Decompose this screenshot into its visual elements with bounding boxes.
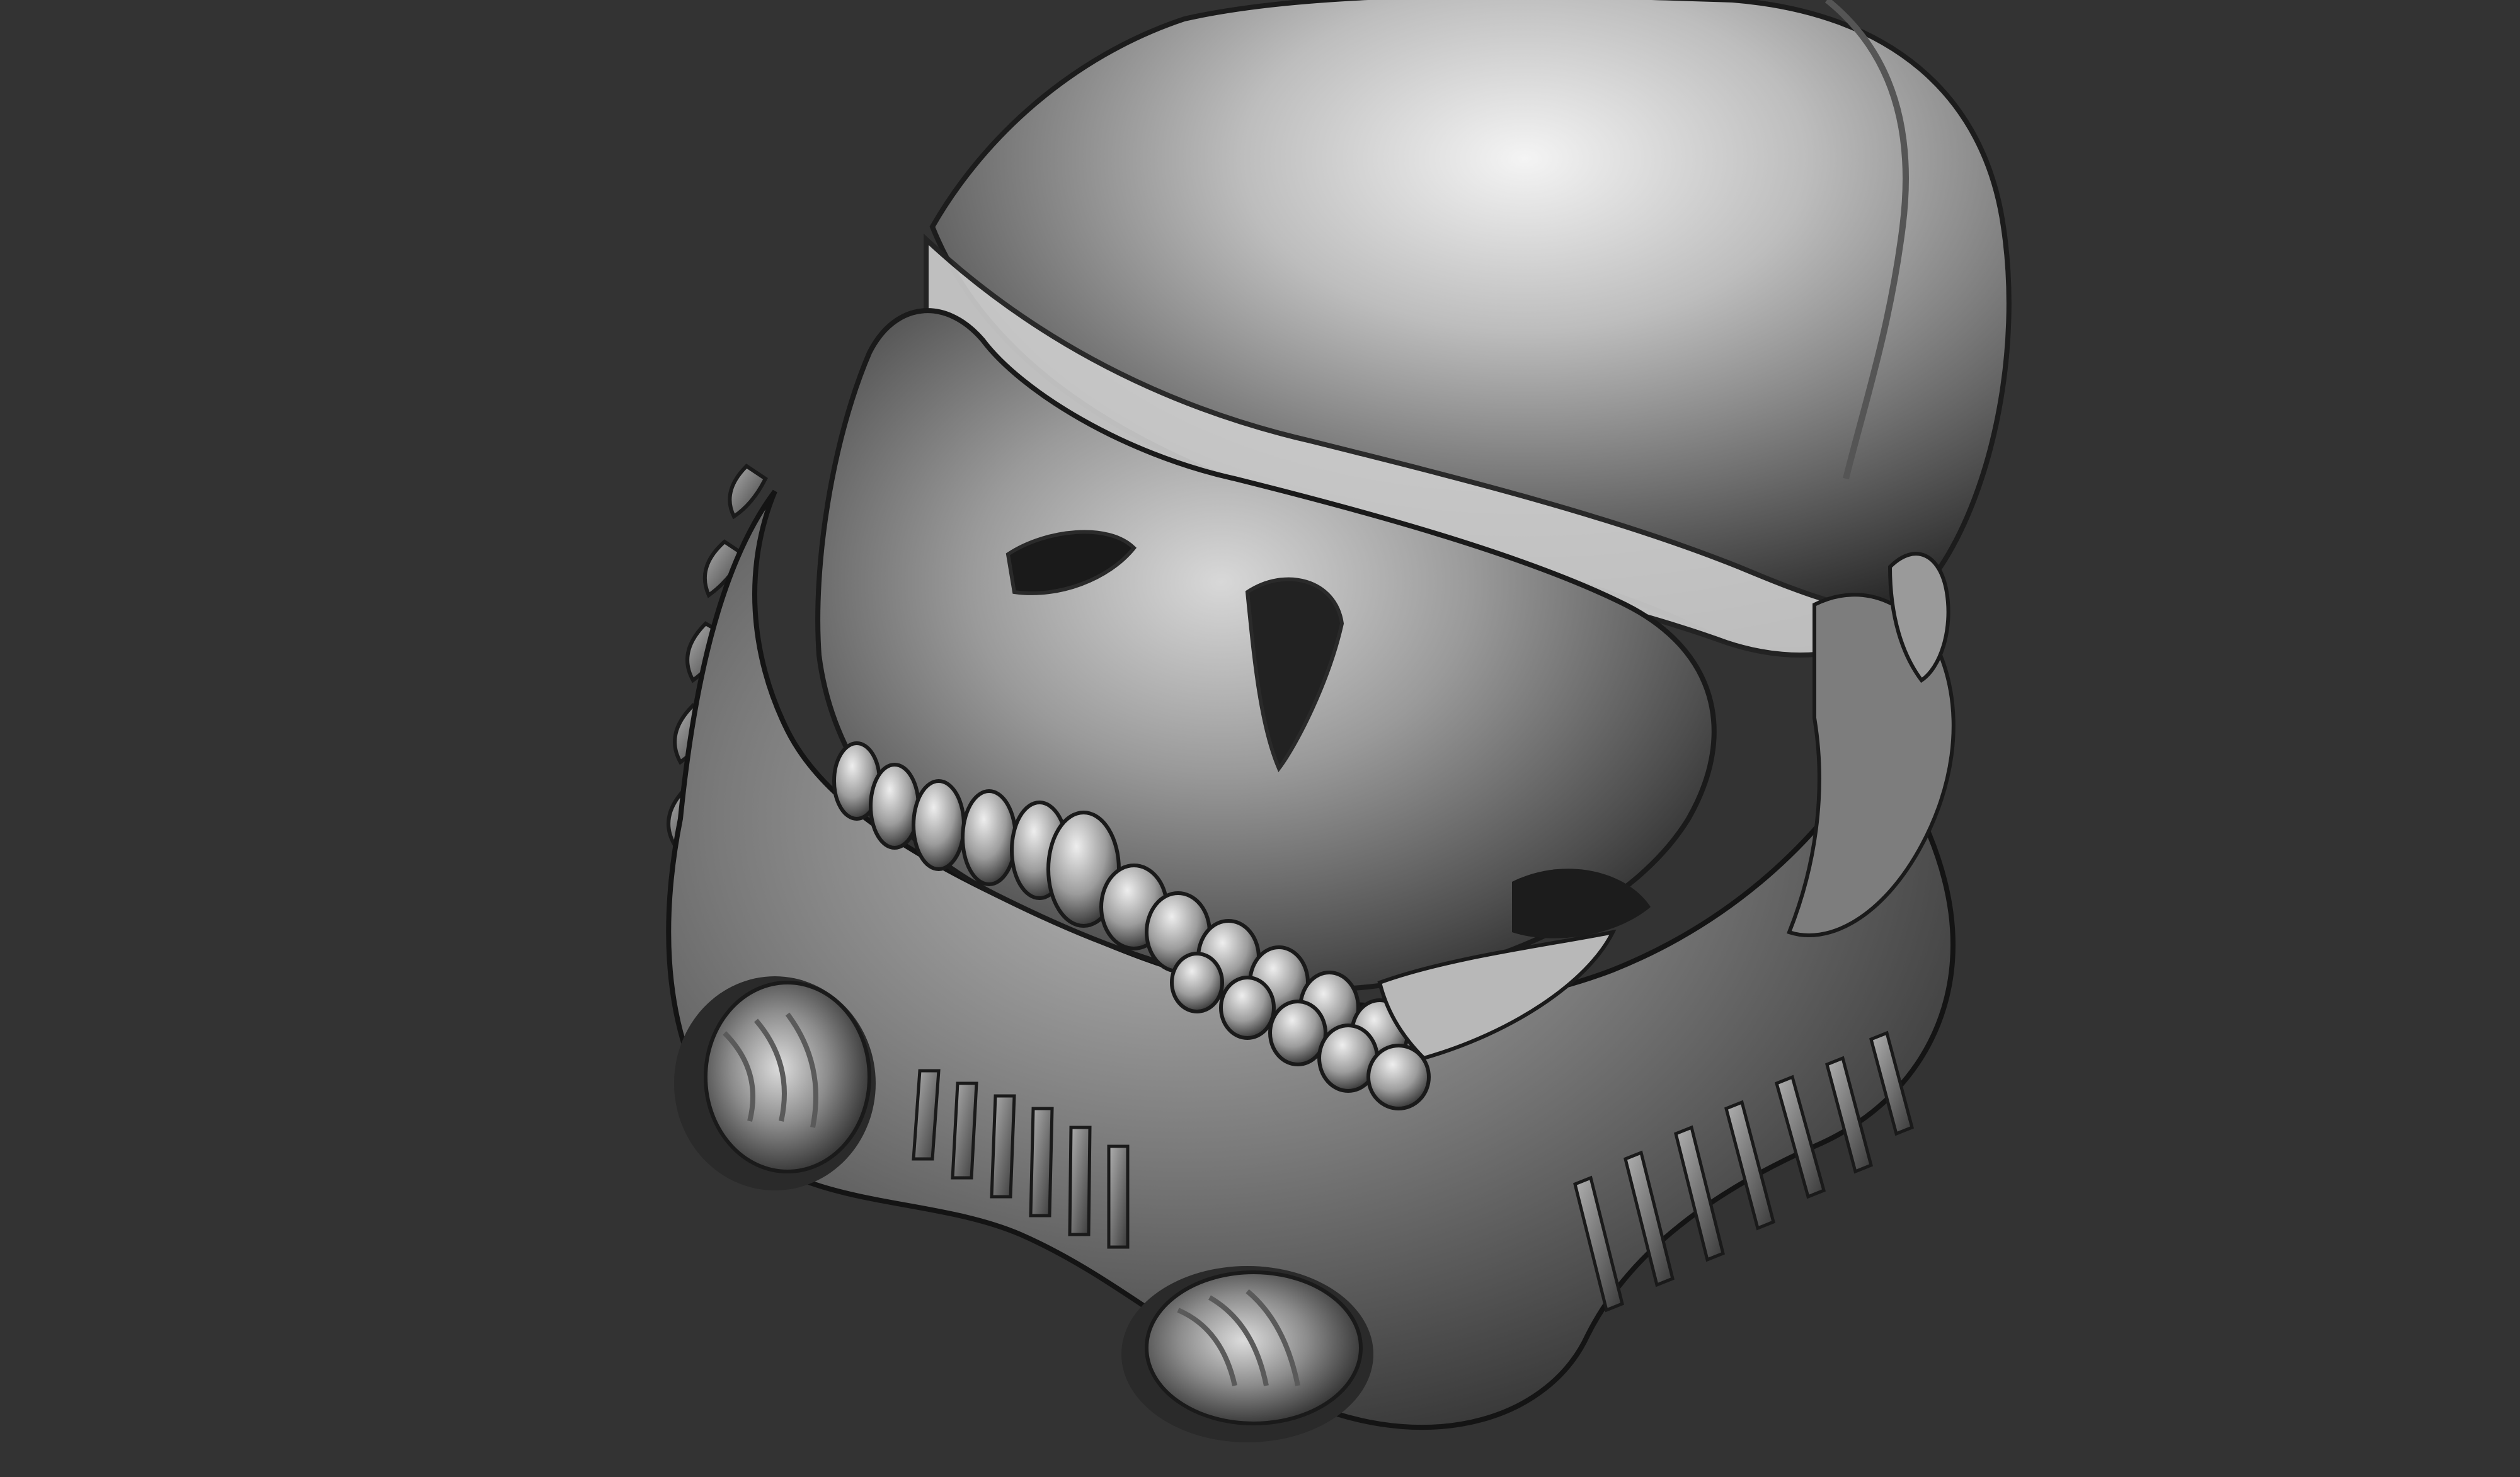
sculpt-viewport[interactable] <box>0 0 2520 1477</box>
bottom-ear-cup <box>1121 1266 1373 1442</box>
skull-helmet-sculpt[interactable] <box>0 0 2520 1477</box>
left-ear-cup <box>674 976 876 1190</box>
